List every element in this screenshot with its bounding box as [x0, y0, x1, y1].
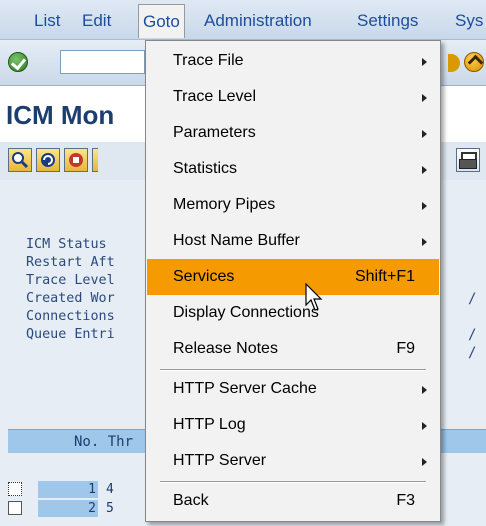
menu-item-label: Trace Level: [173, 88, 256, 105]
row-number: 2: [38, 500, 98, 517]
menu-item-shortcut: F9: [396, 340, 415, 357]
status-line-trace-level: Trace Level: [26, 273, 115, 288]
up-arrow-icon[interactable]: [464, 52, 484, 72]
menu-item-back[interactable]: Back F3: [147, 483, 439, 519]
toolbar-icon-partial[interactable]: [448, 54, 460, 72]
submenu-arrow-icon: [422, 94, 427, 102]
menu-item-label: Release Notes: [173, 340, 278, 357]
menu-item-http-server-cache[interactable]: HTTP Server Cache: [147, 371, 439, 407]
menu-item-services[interactable]: Services Shift+F1: [147, 259, 439, 295]
menubar: List Edit Goto Administration Settings S…: [0, 0, 486, 40]
row-thread: 5: [106, 501, 114, 516]
status-line-restart: Restart Aft: [26, 255, 115, 270]
submenu-arrow-icon: [422, 202, 427, 210]
enter-check-icon[interactable]: [8, 52, 28, 72]
status-line-queue-entries: Queue Entri: [26, 327, 115, 342]
submenu-arrow-icon: [422, 166, 427, 174]
stop-icon[interactable]: [64, 148, 88, 172]
menu-item-display-connections[interactable]: Display Connections: [147, 295, 439, 331]
status-list: ICM Status Restart Aft Trace Level Creat…: [26, 236, 115, 344]
menu-item-label: Parameters: [173, 124, 256, 141]
menu-item-label: Host Name Buffer: [173, 232, 300, 249]
menu-settings[interactable]: Settings: [357, 11, 418, 31]
menu-item-http-log[interactable]: HTTP Log: [147, 407, 439, 443]
menu-item-statistics[interactable]: Statistics: [147, 151, 439, 187]
table-header-label: No. Thr: [74, 434, 134, 450]
menu-item-release-notes[interactable]: Release Notes F9: [147, 331, 439, 367]
menu-item-label: Display Connections: [173, 304, 319, 321]
menu-item-trace-level[interactable]: Trace Level: [147, 79, 439, 115]
row-select-checkbox[interactable]: [8, 501, 22, 515]
status-line-icm-status: ICM Status: [26, 237, 107, 252]
command-field[interactable]: [60, 50, 145, 74]
menu-item-http-server[interactable]: HTTP Server: [147, 443, 439, 479]
menu-item-trace-file[interactable]: Trace File: [147, 43, 439, 79]
submenu-arrow-icon: [422, 386, 427, 394]
menu-item-label: HTTP Server Cache: [173, 380, 317, 397]
submenu-arrow-icon: [422, 130, 427, 138]
goto-menu: Trace File Trace Level Parameters Statis…: [145, 40, 441, 522]
print-icon[interactable]: [456, 148, 480, 172]
slash-glyph: /: [468, 291, 477, 307]
menu-item-label: Back: [173, 492, 209, 509]
menu-edit[interactable]: Edit: [82, 11, 111, 31]
row-select-checkbox[interactable]: [8, 482, 22, 496]
submenu-arrow-icon: [422, 58, 427, 66]
refresh-icon[interactable]: [36, 148, 60, 172]
menu-list[interactable]: List: [34, 11, 60, 31]
menu-item-label: Statistics: [173, 160, 238, 177]
submenu-arrow-icon: [422, 238, 427, 246]
partial-icon[interactable]: [92, 148, 98, 172]
menu-item-shortcut: Shift+F1: [354, 268, 415, 285]
menu-system[interactable]: Sys: [455, 11, 483, 31]
menu-item-label: Services: [173, 268, 235, 285]
row-thread: 4: [106, 482, 114, 497]
menu-item-label: Memory Pipes: [173, 196, 276, 213]
display-details-icon[interactable]: [8, 148, 32, 172]
menu-item-label: Trace File: [173, 52, 244, 69]
submenu-arrow-icon: [422, 422, 427, 430]
menu-administration[interactable]: Administration: [204, 11, 312, 31]
submenu-arrow-icon: [422, 458, 427, 466]
menu-item-host-name-buffer[interactable]: Host Name Buffer: [147, 223, 439, 259]
mouse-cursor-icon: [305, 283, 323, 311]
status-line-created-worker: Created Wor: [26, 291, 115, 306]
page-title: ICM Mon: [6, 100, 115, 130]
slash-glyph: /: [468, 327, 477, 343]
status-line-connections: Connections: [26, 309, 115, 324]
row-number: 1: [38, 481, 98, 498]
menu-item-label: HTTP Log: [173, 416, 246, 433]
menu-item-label: HTTP Server: [173, 452, 267, 469]
menu-item-shortcut: F3: [396, 492, 415, 509]
menu-item-parameters[interactable]: Parameters: [147, 115, 439, 151]
slash-glyph: /: [468, 345, 477, 361]
menu-goto[interactable]: Goto: [138, 4, 185, 38]
menu-item-memory-pipes[interactable]: Memory Pipes: [147, 187, 439, 223]
